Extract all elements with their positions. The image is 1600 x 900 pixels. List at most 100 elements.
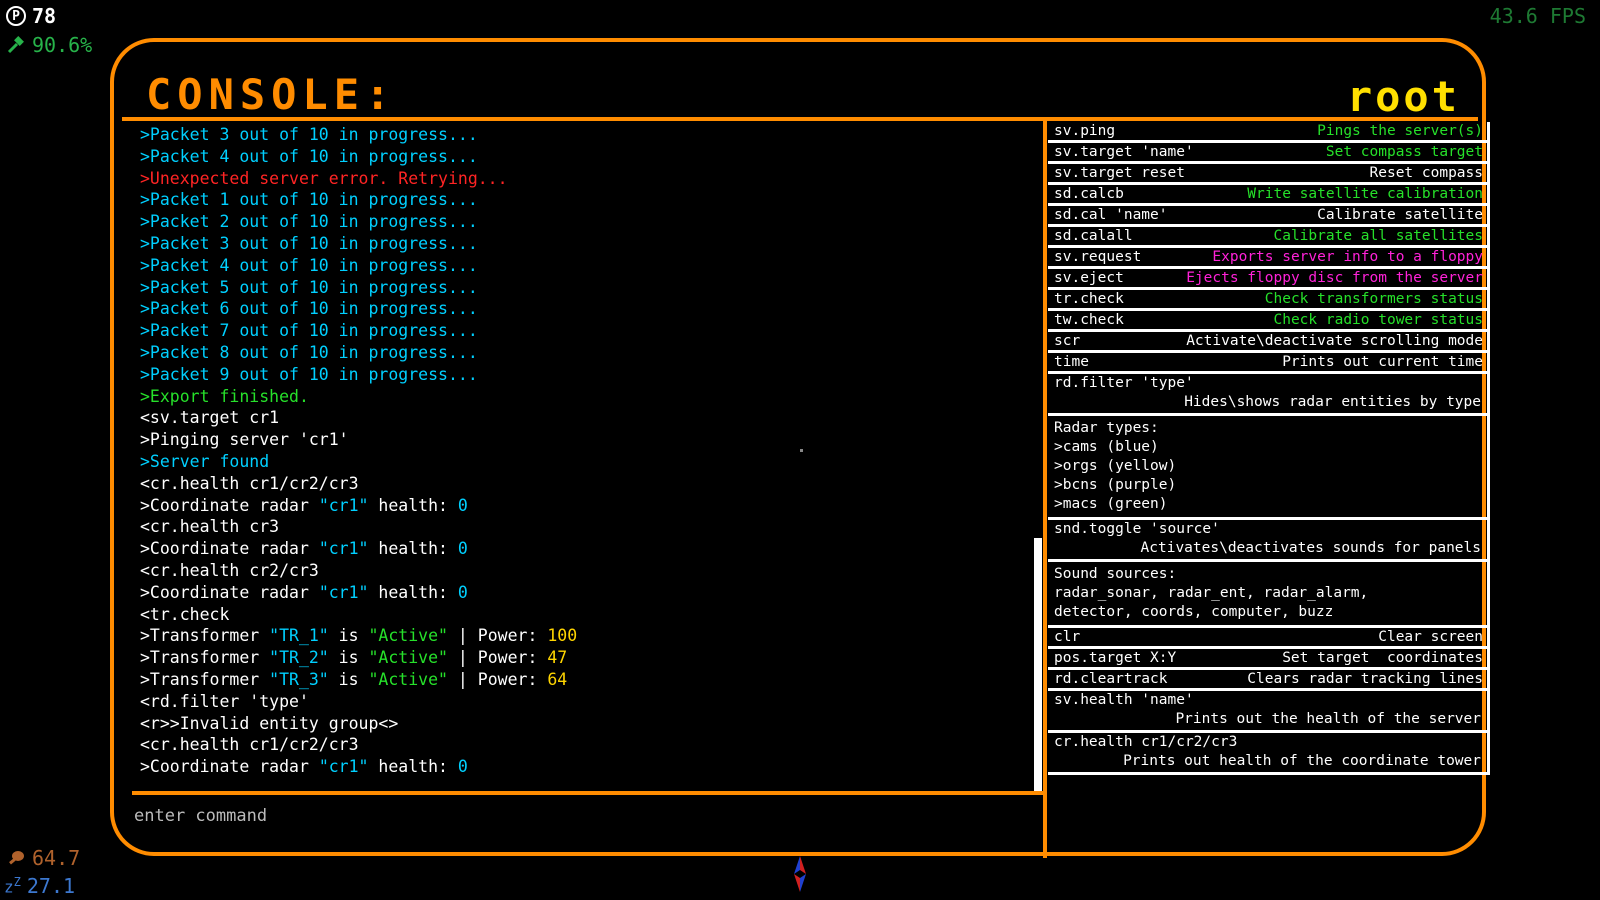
log-line: <cr.health cr2/cr3 [140,560,319,580]
log-segment: health: [368,539,458,559]
fps-counter: 43.6 FPS [1490,4,1586,28]
help-description: Reset compass [1369,165,1484,181]
log-line: >Server found [140,451,270,471]
help-description: Calibrate all satellites [1273,228,1483,244]
panel-divider [1043,120,1047,858]
help-description: Activates\deactivates sounds for panels [1140,540,1481,556]
help-entry: cr.health cr1/cr2/cr3 Prints out health o… [1048,733,1490,775]
help-entry: sv.request Exports server info to a flopp… [1048,248,1490,269]
log-segment: "TR_2" [269,648,329,668]
help-info-text: Radar types: >cams (blue) >orgs (yellow)… [1054,420,1177,512]
help-description: Prints out health of the coordinate towe… [1123,753,1481,769]
help-command: clr [1054,629,1081,645]
input-divider [132,791,1045,795]
log-line: <r>>Invalid entity group<> [140,713,399,733]
log-segment: 100 [547,626,578,646]
log-segment: >Coordinate radar [140,757,319,777]
log-segment: "cr1" [318,495,369,515]
log-line: >Coordinate radar "cr1" health: 0 [140,538,1020,560]
p-coin-icon: P [6,6,26,26]
hammer-icon [7,36,24,54]
log-segment: | Power: [447,626,548,646]
points-counter: P 78 [6,4,56,28]
help-command: sv.target 'name' [1054,144,1194,160]
log-line: >Unexpected server error. Retrying... [140,168,508,188]
log-line: <cr.health cr3 [140,517,280,537]
help-command: pos.target X:Y [1054,650,1177,666]
help-description: Ejects floppy disc from the server [1186,270,1483,286]
command-input[interactable] [134,803,1014,829]
console-title: CONSOLE: [146,70,397,119]
log-segment: | Power: [447,669,548,689]
log-line: >Transformer "TR_3" is "Active" | Power:… [140,669,1020,691]
log-line: >Transformer "TR_2" is "Active" | Power:… [140,647,1020,669]
help-command: sd.calall [1054,228,1133,244]
log-segment: >Coordinate radar [140,495,319,515]
log-segment: >Coordinate radar [140,539,319,559]
log-segment: 64 [547,669,568,689]
help-description: Prints out current time [1282,354,1483,370]
help-description: Hides\shows radar entities by type [1184,394,1481,410]
help-entry: sv.target reset Reset compass [1048,164,1490,185]
help-description: Prints out the health of the server [1175,711,1481,727]
help-entry: sd.calall Calibrate all satellites [1048,227,1490,248]
help-entry: sv.target 'name' Set compass target [1048,143,1490,164]
help-entry: rd.cleartrack Clears radar tracking lines [1048,670,1490,691]
log-segment: >Transformer [140,626,270,646]
progress-counter: 90.6% [6,33,92,57]
help-description: Pings the server(s) [1317,123,1483,139]
log-segment: | Power: [447,648,548,668]
log-segment: is [328,626,369,646]
log-segment: >Transformer [140,648,270,668]
help-entry: sv.health 'name' Prints out the health of… [1048,691,1490,733]
log-line: <cr.health cr1/cr2/cr3 [140,735,359,755]
help-description: Calibrate satellite [1317,207,1483,223]
log-line: >Packet 9 out of 10 in progress... [140,364,478,384]
help-description: Clears radar tracking lines [1247,671,1483,687]
log-line: >Coordinate radar "cr1" health: 0 [140,495,1020,517]
log-line: >Packet 6 out of 10 in progress... [140,299,478,319]
help-entry: sd.cal 'name' Calibrate satellite [1048,206,1490,227]
log-line: <tr.check [140,604,230,624]
help-command: rd.filter 'type' [1054,375,1194,391]
help-entry: time Prints out current time [1048,353,1490,374]
help-command: sv.eject [1054,270,1124,286]
help-entry: Radar types: >cams (blue) >orgs (yellow)… [1048,416,1490,520]
help-entry: rd.filter 'type' Hides\shows radar entiti… [1048,374,1490,416]
help-command: sv.target reset [1054,165,1185,181]
log-segment: >Transformer [140,669,270,689]
cursor-dot [800,449,803,452]
compass-icon [794,856,806,892]
log-segment: "TR_3" [269,669,329,689]
console-log: >Packet 3 out of 10 in progress... >Packe… [140,124,1020,778]
log-segment: "cr1" [318,582,369,602]
log-segment: >Coordinate radar [140,582,319,602]
help-description: Activate\deactivate scrolling mode [1186,333,1483,349]
help-entry: tr.check Check transformers status [1048,290,1490,311]
help-command: time [1054,354,1089,370]
help-info-text: Sound sources: radar_sonar, radar_ent, r… [1054,566,1369,620]
help-command: cr.health cr1/cr2/cr3 [1054,734,1238,750]
help-entry: sd.calcb Write satellite calibration [1048,185,1490,206]
log-segment: "cr1" [318,539,369,559]
help-description: Check radio tower status [1273,312,1483,328]
log-line: >Packet 3 out of 10 in progress... [140,233,478,253]
log-line: >Packet 3 out of 10 in progress... [140,125,478,144]
help-entry: clr Clear screen [1048,628,1490,649]
help-description: Clear screen [1378,629,1483,645]
food-value: 64.7 [32,846,81,870]
log-scrollbar[interactable] [1034,538,1042,792]
help-entry: sv.ping Pings the server(s) [1048,122,1490,143]
help-command: snd.toggle 'source' [1054,521,1220,537]
food-counter: 64.7 [6,846,80,870]
log-segment: 0 [457,582,468,602]
help-description: Write satellite calibration [1247,186,1483,202]
points-value: 78 [32,4,57,28]
help-entry: pos.target X:Y Set target coordinates [1048,649,1490,670]
user-label: root [1346,72,1460,121]
log-line: >Coordinate radar "cr1" health: 0 [140,582,1020,604]
log-line: >Packet 5 out of 10 in progress... [140,277,478,297]
log-segment: health: [368,757,458,777]
fps-value: 43.6 FPS [1489,4,1586,28]
log-segment: 0 [457,539,468,559]
